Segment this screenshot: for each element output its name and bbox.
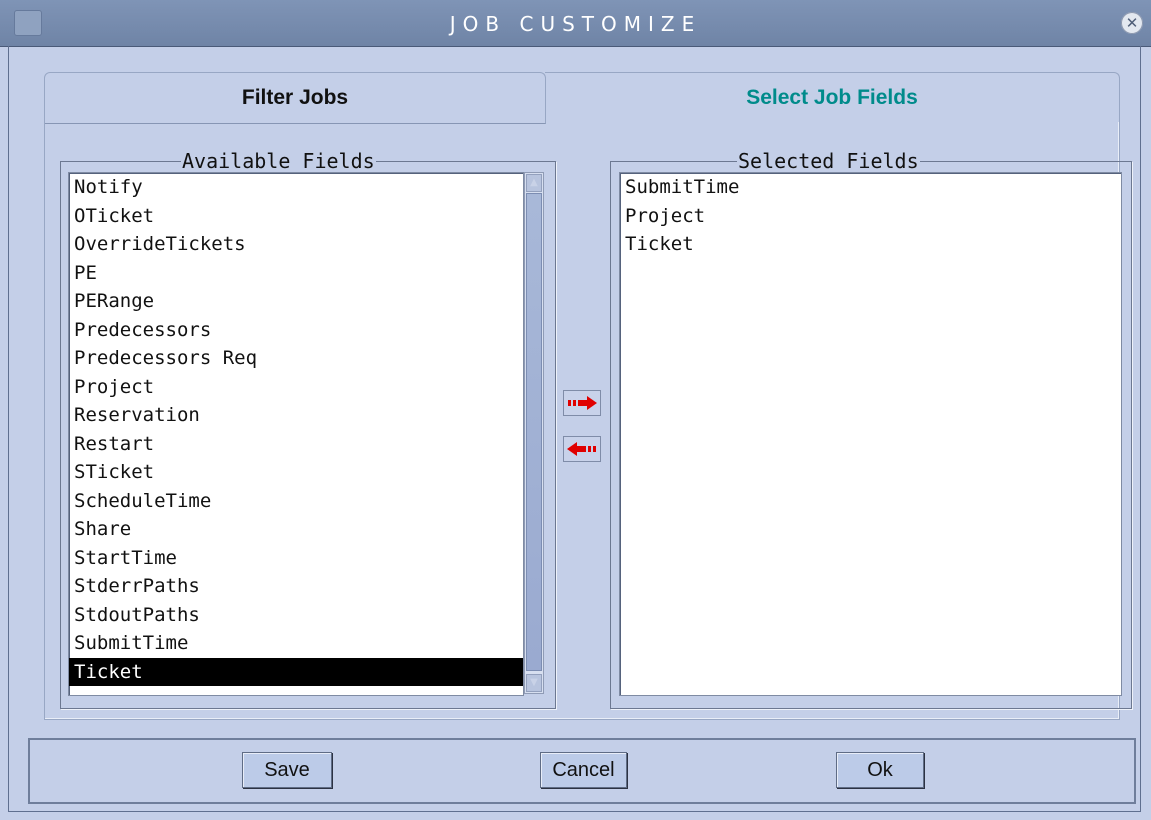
selected-fields-list[interactable]: SubmitTime Project Ticket	[619, 172, 1122, 696]
list-item[interactable]: StdoutPaths	[69, 601, 523, 630]
arrow-left-icon	[567, 442, 596, 456]
cancel-button[interactable]: Cancel	[540, 752, 627, 788]
available-fields-items: Notify OTicket OverrideTickets PE PERange Pre…	[69, 173, 523, 686]
list-item[interactable]: Ticket	[69, 657, 523, 686]
list-item[interactable]: PE	[69, 259, 523, 288]
scroll-up-button[interactable]: ▲	[526, 174, 542, 192]
list-item[interactable]: Predecessors	[69, 316, 523, 345]
list-item[interactable]: Notify	[69, 173, 523, 202]
add-field-button[interactable]	[563, 390, 601, 416]
save-button[interactable]: Save	[242, 752, 332, 788]
selected-fields-legend: Selected Fields	[737, 149, 920, 173]
list-item[interactable]: Ticket	[620, 230, 1121, 259]
list-item[interactable]: OTicket	[69, 202, 523, 231]
scroll-down-button[interactable]: ▼	[526, 674, 542, 692]
list-item[interactable]: OverrideTickets	[69, 230, 523, 259]
list-item[interactable]: StartTime	[69, 544, 523, 573]
list-item[interactable]: PERange	[69, 287, 523, 316]
list-item[interactable]: Reservation	[69, 401, 523, 430]
window-title: JOB CUSTOMIZE	[449, 12, 702, 36]
list-item[interactable]: Project	[620, 202, 1121, 231]
selected-fields-items: SubmitTime Project Ticket	[620, 173, 1121, 259]
title-bar: JOB CUSTOMIZE ✕	[0, 0, 1151, 47]
remove-field-button[interactable]	[563, 436, 601, 462]
list-item[interactable]: Predecessors Req	[69, 344, 523, 373]
list-item[interactable]: Share	[69, 515, 523, 544]
available-fields-legend: Available Fields	[181, 149, 376, 173]
close-icon: ✕	[1125, 14, 1139, 32]
list-item[interactable]: Restart	[69, 430, 523, 459]
list-item[interactable]: StderrPaths	[69, 572, 523, 601]
ok-button[interactable]: Ok	[836, 752, 924, 788]
list-item[interactable]: Project	[69, 373, 523, 402]
available-fields-list[interactable]: Notify OTicket OverrideTickets PE PERange Pre…	[68, 172, 524, 696]
list-item[interactable]: ScheduleTime	[69, 487, 523, 516]
scroll-thumb[interactable]	[526, 193, 542, 671]
close-button[interactable]: ✕	[1121, 12, 1143, 34]
list-item[interactable]: SubmitTime	[620, 173, 1121, 202]
tab-select-job-fields[interactable]: Select Job Fields	[545, 72, 1120, 123]
available-fields-scrollbar[interactable]: ▲ ▼	[524, 172, 544, 694]
list-item[interactable]: SubmitTime	[69, 629, 523, 658]
tab-filter-jobs[interactable]: Filter Jobs	[44, 72, 546, 124]
arrow-right-icon	[568, 396, 597, 410]
list-item[interactable]: STicket	[69, 458, 523, 487]
